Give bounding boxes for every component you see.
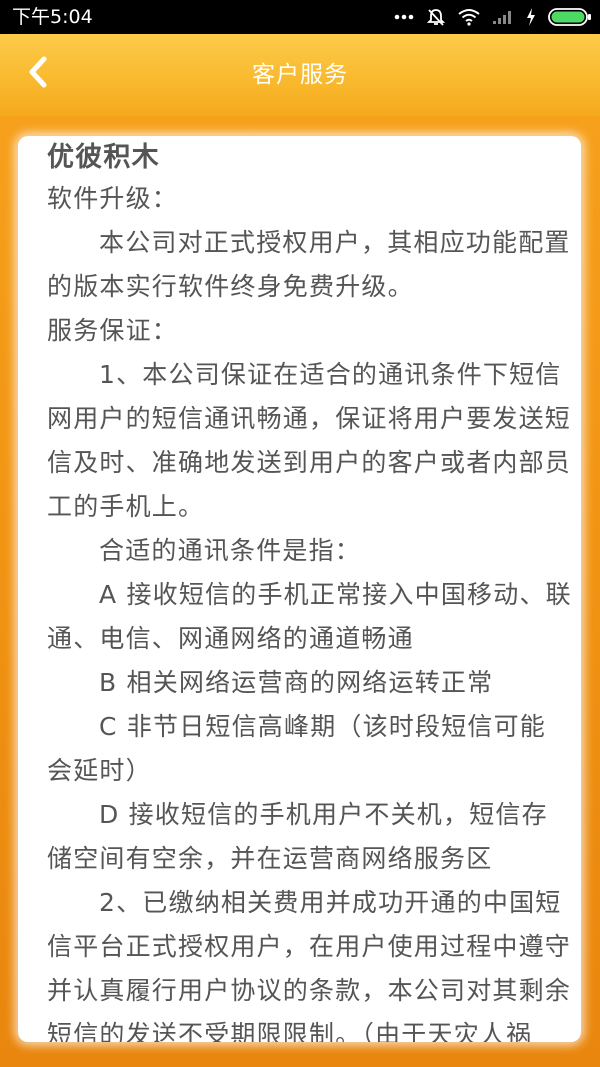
content-paragraph: 服务保证：	[47, 316, 179, 345]
app-header: 客户服务	[0, 34, 600, 116]
content-paragraph: 2、已缴纳相关费用并成功开通的中国短信平台正式授权用户，在用户使用过程中遵守并认…	[47, 888, 572, 1042]
content-card[interactable]: 优彼积木 软件升级： 本公司对正式授权用户，其相应功能配置的版本实行软件终身免费升…	[18, 136, 581, 1042]
chevron-left-icon	[25, 56, 51, 92]
content-paragraph: C 非节日短信高峰期（该时段短信可能会延时）	[47, 712, 547, 785]
content-paragraph: 合适的通讯条件是指：	[99, 536, 362, 565]
battery-icon	[548, 8, 592, 26]
content-title: 优彼积木	[47, 142, 160, 173]
content-text-area: 优彼积木 软件升级： 本公司对正式授权用户，其相应功能配置的版本实行软件终身免费升…	[47, 141, 572, 1042]
content-paragraph: D 接收短信的手机用户不关机，短信存储空间有空余，并在运营商网络服务区	[47, 800, 548, 873]
content-paragraph: 软件升级：	[47, 184, 179, 213]
signal-icon	[492, 9, 514, 25]
status-time: 下午5:04	[12, 6, 93, 28]
status-icons	[394, 0, 592, 34]
paragraph-list: 软件升级： 本公司对正式授权用户，其相应功能配置的版本实行软件终身免费升级。服务保…	[47, 177, 572, 1042]
content-paragraph: 1、本公司保证在适合的通讯条件下短信网用户的短信通讯畅通，保证将用户要发送短信及…	[47, 360, 572, 521]
content-paragraph: A 接收短信的手机正常接入中国移动、联通、电信、网通网络的通道畅通	[47, 580, 572, 653]
more-dots-icon	[394, 14, 414, 20]
content-paragraph: B 相关网络运营商的网络运转正常	[99, 668, 494, 697]
charging-icon	[526, 8, 536, 26]
wifi-icon	[458, 8, 480, 26]
page-title: 客户服务	[252, 62, 348, 88]
content-paragraph: 本公司对正式授权用户，其相应功能配置的版本实行软件终身免费升级。	[47, 228, 571, 301]
status-bar: 下午5:04	[0, 0, 600, 34]
back-button[interactable]	[18, 54, 58, 94]
alarm-off-icon	[426, 7, 446, 27]
